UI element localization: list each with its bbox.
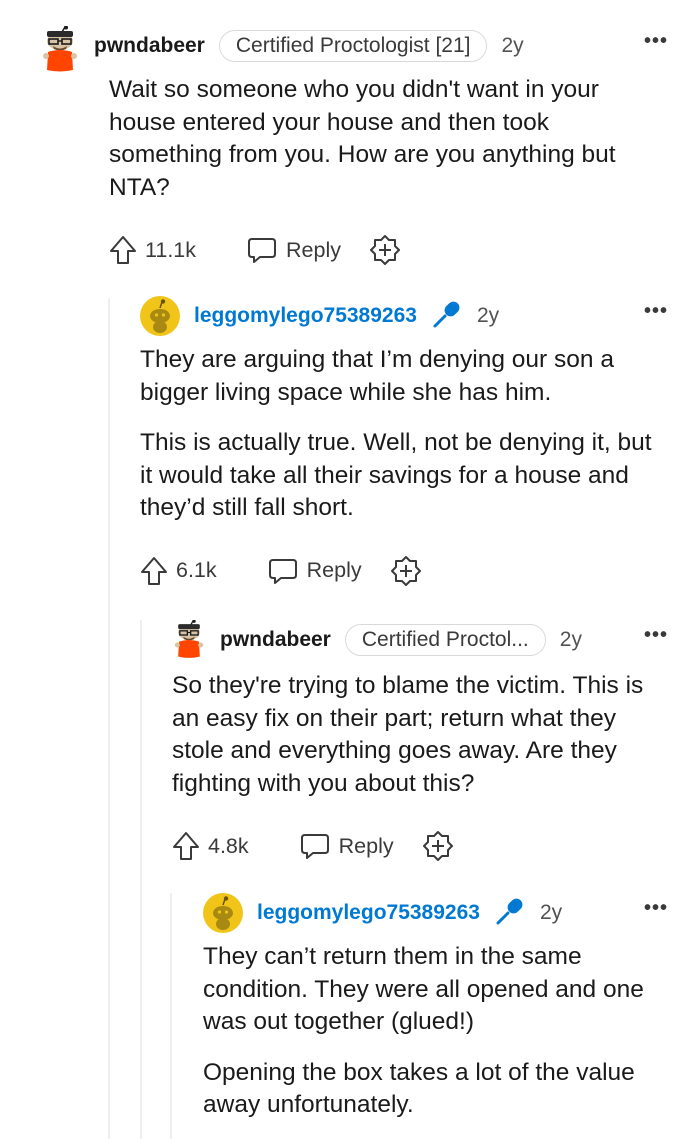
comment-text: Wait so someone who you didn't want in y… bbox=[109, 76, 616, 201]
reply-button[interactable]: Reply bbox=[299, 832, 394, 860]
comment: pwndabeer Certified Proctologist [21] 2y… bbox=[40, 26, 668, 268]
snoo-avatar-icon bbox=[174, 620, 204, 658]
reply-bubble-icon bbox=[248, 238, 276, 263]
upvote-arrow-icon bbox=[173, 832, 199, 860]
snoo-avatar-icon bbox=[43, 26, 77, 72]
award-plus-icon bbox=[390, 555, 421, 586]
comment-body: They can’t return them in the same condi… bbox=[203, 941, 668, 1122]
microphone-icon bbox=[494, 895, 526, 932]
comment-actions: 4.8k Reply bbox=[172, 828, 668, 864]
comment-header: pwndabeer Certified Proctologist [21] 2y… bbox=[40, 26, 668, 72]
thread-line bbox=[140, 620, 142, 1139]
comment-text: They can’t return them in the same condi… bbox=[203, 943, 644, 1035]
comment-body: Wait so someone who you didn't want in y… bbox=[109, 74, 668, 204]
reply-bubble-icon bbox=[268, 558, 297, 584]
avatar[interactable] bbox=[40, 26, 80, 72]
username[interactable]: pwndabeer bbox=[94, 34, 205, 58]
vote-count: 4.8k bbox=[208, 833, 249, 858]
reply-label: Reply bbox=[286, 237, 341, 262]
award-button[interactable] bbox=[390, 555, 422, 587]
comment: pwndabeer Certified Proctol... 2y ••• So… bbox=[172, 620, 668, 864]
comment-age: 2y bbox=[501, 34, 524, 57]
snoo-avatar-icon bbox=[213, 896, 233, 930]
more-options-icon[interactable]: ••• bbox=[644, 300, 668, 323]
user-flair: Certified Proctol... bbox=[344, 624, 546, 656]
comment-text: So they're trying to blame the victim. T… bbox=[172, 672, 644, 797]
comment-age: 2y bbox=[559, 628, 582, 651]
user-flair: Certified Proctologist [21] bbox=[218, 30, 488, 62]
comment-header: pwndabeer Certified Proctol... 2y ••• bbox=[172, 620, 668, 660]
avatar[interactable] bbox=[172, 620, 206, 660]
comment-age: 2y bbox=[539, 901, 563, 924]
comment-age: 2y bbox=[476, 304, 500, 327]
reply-label: Reply bbox=[306, 558, 362, 582]
upvote-button[interactable]: 4.8k bbox=[172, 831, 249, 861]
username[interactable]: pwndabeer bbox=[220, 628, 331, 652]
more-options-icon[interactable]: ••• bbox=[644, 897, 668, 920]
more-options-icon[interactable]: ••• bbox=[644, 624, 668, 647]
thread-line bbox=[170, 893, 172, 1139]
reply-label: Reply bbox=[338, 833, 394, 858]
reply-button[interactable]: Reply bbox=[267, 557, 362, 585]
comment-header: leggomylego75389263 2y ••• bbox=[140, 296, 668, 336]
award-button[interactable] bbox=[369, 234, 401, 266]
more-options-icon[interactable]: ••• bbox=[644, 30, 668, 53]
microphone-icon bbox=[431, 298, 463, 335]
award-plus-icon bbox=[422, 831, 453, 861]
comment-text: They are arguing that I’m denying our so… bbox=[140, 346, 614, 406]
avatar[interactable] bbox=[203, 893, 243, 933]
comment-actions: 11.1k Reply bbox=[109, 232, 668, 268]
upvote-button[interactable]: 11.1k bbox=[109, 235, 196, 265]
comment-body: They are arguing that I’m denying our so… bbox=[140, 344, 668, 525]
comment-header: leggomylego75389263 2y ••• bbox=[203, 893, 668, 933]
username[interactable]: leggomylego75389263 bbox=[194, 304, 417, 328]
award-button[interactable] bbox=[422, 830, 454, 862]
upvote-arrow-icon bbox=[110, 236, 136, 264]
vote-count: 11.1k bbox=[145, 237, 196, 262]
comment: leggomylego75389263 2y ••• They are argu… bbox=[140, 296, 668, 589]
comment-body: So they're trying to blame the victim. T… bbox=[172, 670, 668, 800]
vote-count: 6.1k bbox=[176, 558, 217, 582]
comment-text: Opening the box takes a lot of the value… bbox=[203, 1058, 635, 1119]
reply-bubble-icon bbox=[300, 834, 329, 859]
snoo-avatar-icon bbox=[150, 299, 170, 333]
avatar[interactable] bbox=[140, 296, 180, 336]
upvote-button[interactable]: 6.1k bbox=[140, 556, 217, 586]
comment-text: This is actually true. Well, not be deny… bbox=[140, 429, 652, 521]
comment: leggomylego75389263 2y ••• They can’t re… bbox=[203, 893, 668, 1122]
award-plus-icon bbox=[369, 235, 400, 265]
reply-button[interactable]: Reply bbox=[246, 236, 341, 264]
upvote-arrow-icon bbox=[141, 556, 167, 585]
comment-actions: 6.1k Reply bbox=[140, 553, 668, 589]
username[interactable]: leggomylego75389263 bbox=[257, 901, 480, 925]
thread-line bbox=[108, 298, 110, 1139]
